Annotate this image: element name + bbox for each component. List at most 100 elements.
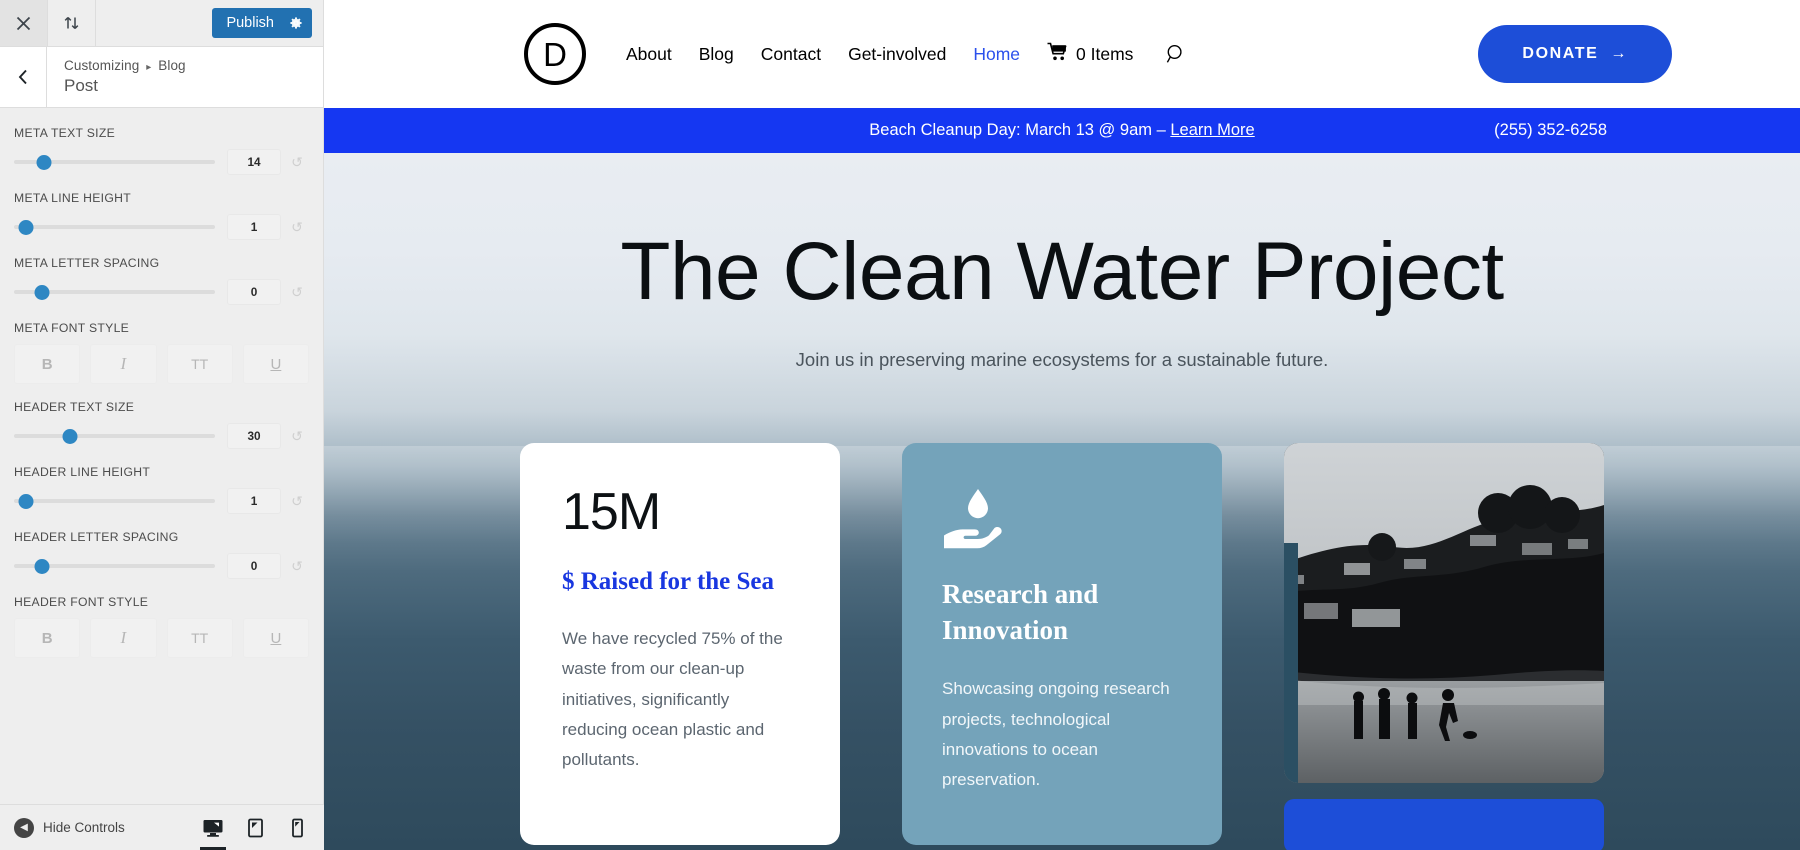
reset-undo-icon[interactable]: ↺ (285, 429, 309, 443)
collapse-left-icon: ◀ (14, 817, 34, 838)
slider-track (14, 499, 215, 503)
meta-text-size-slider[interactable] (14, 152, 215, 172)
customizer-sidebar: Publish Customizing ▸ Blog Post META TEX… (0, 0, 324, 850)
range-row: 14 ↺ (14, 149, 309, 175)
publish-area: Publish (212, 0, 323, 46)
tablet-icon[interactable] (234, 805, 276, 850)
control-header-font-style: HEADER FONT STYLE B I TT U (0, 595, 323, 658)
reset-undo-icon[interactable]: ↺ (285, 494, 309, 508)
slider-knob[interactable] (62, 428, 78, 444)
header-line-height-value[interactable]: 1 (227, 488, 281, 514)
breadcrumb: Customizing ▸ Blog (64, 58, 186, 73)
site-preview: D About Blog Contact Get-involved Home 0… (324, 0, 1800, 850)
control-meta-letter-spacing: META LETTER SPACING 0 ↺ (0, 256, 323, 305)
nav-item-home[interactable]: Home (973, 44, 1020, 65)
cart-icon (1047, 42, 1068, 66)
cart-link[interactable]: 0 Items (1047, 42, 1133, 66)
meta-line-height-slider[interactable] (14, 217, 215, 237)
customizer-topbar: Publish (0, 0, 323, 47)
reset-undo-icon[interactable]: ↺ (285, 220, 309, 234)
photo-card-button[interactable] (1284, 799, 1604, 850)
feature-card: Research and Innovation Showcasing ongoi… (902, 443, 1222, 846)
control-meta-line-height: META LINE HEIGHT 1 ↺ (0, 191, 323, 240)
collapse-expand-icon[interactable] (48, 0, 96, 46)
breadcrumb-current[interactable]: Blog (158, 58, 185, 73)
search-icon[interactable] (1166, 44, 1186, 64)
header-uppercase-button[interactable]: TT (166, 618, 233, 658)
header-text-size-slider[interactable] (14, 426, 215, 446)
nav-item-contact[interactable]: Contact (761, 44, 821, 65)
range-row: 0 ↺ (14, 279, 309, 305)
control-label: HEADER TEXT SIZE (14, 400, 135, 414)
header-italic-button[interactable]: I (90, 618, 157, 658)
range-row: 1 ↺ (14, 488, 309, 514)
header-letter-spacing-slider[interactable] (14, 556, 215, 576)
control-label: HEADER FONT STYLE (14, 595, 149, 609)
phone-number[interactable]: (255) 352-6258 (1494, 121, 1607, 140)
logo-letter: D (524, 23, 586, 85)
meta-text-size-value[interactable]: 14 (227, 149, 281, 175)
nav-item-get-involved[interactable]: Get-involved (848, 44, 946, 65)
range-row: 1 ↺ (14, 214, 309, 240)
stat-value: 15M (562, 483, 661, 541)
header-letter-spacing-value[interactable]: 0 (227, 553, 281, 579)
meta-underline-button[interactable]: U (242, 344, 309, 384)
control-meta-font-style: META FONT STYLE B I TT U (0, 321, 323, 384)
hero-section: The Clean Water Project Join us in prese… (324, 153, 1800, 850)
close-icon[interactable] (0, 0, 48, 46)
range-row: 30 ↺ (14, 423, 309, 449)
announcement-message: Beach Cleanup Day: March 13 @ 9am – (869, 121, 1171, 139)
chevron-left-icon[interactable] (0, 47, 47, 107)
slider-track (14, 434, 215, 438)
meta-bold-button[interactable]: B (14, 344, 81, 384)
control-label: META TEXT SIZE (14, 126, 116, 140)
slider-knob[interactable] (34, 558, 50, 574)
gear-icon[interactable] (287, 16, 312, 30)
control-label: META LETTER SPACING (14, 256, 160, 270)
meta-uppercase-button[interactable]: TT (166, 344, 233, 384)
main-navigation: About Blog Contact Get-involved Home 0 I… (626, 42, 1186, 66)
control-label: META LINE HEIGHT (14, 191, 131, 205)
header-underline-button[interactable]: U (242, 618, 309, 658)
donate-button[interactable]: DONATE → (1478, 25, 1672, 83)
header-bold-button[interactable]: B (14, 618, 81, 658)
header-text-size-value[interactable]: 30 (227, 423, 281, 449)
feature-body: Showcasing ongoing research projects, te… (942, 679, 1170, 789)
control-header-line-height: HEADER LINE HEIGHT 1 ↺ (0, 465, 323, 514)
control-label: HEADER LINE HEIGHT (14, 465, 151, 479)
publish-button[interactable]: Publish (212, 8, 312, 38)
photo-card-column (1284, 443, 1604, 850)
site-header: D About Blog Contact Get-involved Home 0… (324, 0, 1800, 108)
meta-italic-button[interactable]: I (90, 344, 157, 384)
control-label: HEADER LETTER SPACING (14, 530, 179, 544)
slider-knob[interactable] (18, 219, 34, 235)
reset-undo-icon[interactable]: ↺ (285, 559, 309, 573)
desktop-icon[interactable] (192, 805, 234, 850)
customizer-app: Publish Customizing ▸ Blog Post META TEX… (0, 0, 1800, 850)
reset-undo-icon[interactable]: ↺ (285, 155, 309, 169)
slider-knob[interactable] (18, 493, 34, 509)
hide-controls-button[interactable]: ◀ Hide Controls (14, 817, 125, 838)
mobile-icon[interactable] (276, 805, 318, 850)
learn-more-link[interactable]: Learn More (1170, 121, 1254, 139)
nav-item-about[interactable]: About (626, 44, 672, 65)
nav-item-blog[interactable]: Blog (699, 44, 734, 65)
stat-label: $ Raised for the Sea (562, 568, 775, 595)
breadcrumb-root[interactable]: Customizing (64, 58, 139, 73)
header-line-height-slider[interactable] (14, 491, 215, 511)
logo[interactable]: D (524, 23, 586, 85)
meta-line-height-value[interactable]: 1 (227, 214, 281, 240)
slider-knob[interactable] (34, 284, 50, 300)
meta-letter-spacing-slider[interactable] (14, 282, 215, 302)
breadcrumb-separator-icon: ▸ (146, 62, 152, 73)
reset-undo-icon[interactable]: ↺ (285, 285, 309, 299)
donate-area: DONATE → (1478, 25, 1672, 83)
donate-label: DONATE (1522, 45, 1599, 62)
control-meta-text-size: META TEXT SIZE 14 ↺ (0, 126, 323, 175)
customizer-panel-header: Customizing ▸ Blog Post (0, 47, 323, 108)
meta-letter-spacing-value[interactable]: 0 (227, 279, 281, 305)
feature-title: Research and Innovation (942, 579, 1099, 645)
control-header-text-size: HEADER TEXT SIZE 30 ↺ (0, 400, 323, 449)
slider-knob[interactable] (36, 154, 52, 170)
stat-body: We have recycled 75% of the waste from o… (562, 629, 783, 769)
